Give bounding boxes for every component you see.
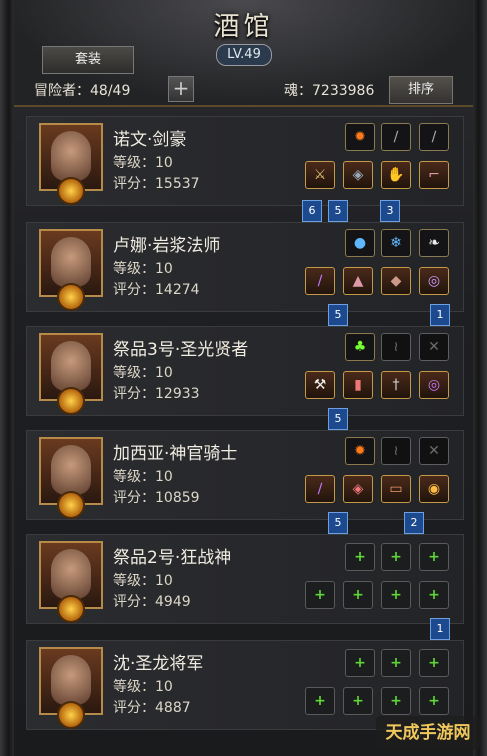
hero-level: 等级：10 bbox=[113, 679, 173, 695]
hero-score: 评分：10859 bbox=[113, 490, 200, 506]
hero-card[interactable]: 加西亚·神官骑士 等级：10 评分：10859 ✹ ≀ ✕ ∕ ◈ ▭ ◉ bbox=[26, 430, 464, 520]
add-equip-icon[interactable]: + bbox=[305, 687, 335, 715]
dagger-equip-icon[interactable]: † bbox=[381, 371, 411, 399]
hero-name: 诺文·剑豪 bbox=[113, 130, 187, 150]
hero-level: 等级：10 bbox=[113, 573, 173, 589]
empty-rune-slot[interactable]: ≀ bbox=[381, 333, 411, 361]
upgrade-badge: 5 bbox=[328, 200, 348, 222]
upgrade-badge: 6 bbox=[302, 200, 322, 222]
rank-emblem-icon bbox=[57, 177, 85, 205]
hero-level: 等级：10 bbox=[113, 469, 173, 485]
right-border bbox=[473, 0, 487, 756]
hero-score: 评分：14274 bbox=[113, 282, 200, 298]
spear-equip-icon[interactable]: ∕ bbox=[305, 475, 335, 503]
add-adventurer-button[interactable]: + bbox=[168, 76, 194, 102]
portrait-face bbox=[51, 549, 91, 599]
sword-equip-icon[interactable]: ⚔ bbox=[305, 161, 335, 189]
portrait-face bbox=[51, 237, 91, 287]
hero-level: 等级：10 bbox=[113, 155, 173, 171]
adventurer-count: 冒险者：48/49 bbox=[34, 83, 131, 99]
wing-rune-icon[interactable]: ❧ bbox=[419, 229, 449, 257]
ring-equip-icon[interactable]: ◎ bbox=[419, 267, 449, 295]
hero-name: 沈·圣龙将军 bbox=[113, 654, 204, 674]
shield-equip-icon[interactable]: ◉ bbox=[419, 475, 449, 503]
portrait-face bbox=[51, 655, 91, 705]
armor-equip-icon[interactable]: ◈ bbox=[343, 475, 373, 503]
hero-card[interactable]: 祭品3号·圣光贤者 等级：10 评分：12933 ♣ ≀ ✕ ⚒ ▮ † ◎ bbox=[26, 326, 464, 416]
rank-emblem-icon bbox=[57, 491, 85, 519]
left-border bbox=[0, 0, 14, 756]
hero-name: 祭品3号·圣光贤者 bbox=[113, 340, 249, 360]
soul-count: 魂：7233986 bbox=[284, 83, 375, 99]
ice-rune-icon[interactable]: ❄ bbox=[381, 229, 411, 257]
add-equip-icon[interactable]: + bbox=[419, 687, 449, 715]
upgrade-badge: 2 bbox=[404, 512, 424, 534]
hero-score: 评分：15537 bbox=[113, 176, 200, 192]
add-rune-icon[interactable]: + bbox=[419, 649, 449, 677]
feather-rune-icon[interactable]: ∕ bbox=[381, 123, 411, 151]
rank-emblem-icon bbox=[57, 595, 85, 623]
robe-equip-icon[interactable]: ▲ bbox=[343, 267, 373, 295]
staff-equip-icon[interactable]: ∕ bbox=[305, 267, 335, 295]
hero-level: 等级：10 bbox=[113, 365, 173, 381]
nature-rune-icon[interactable]: ♣ bbox=[345, 333, 375, 361]
add-equip-icon[interactable]: + bbox=[305, 581, 335, 609]
upgrade-badge: 1 bbox=[430, 618, 450, 640]
add-equip-icon[interactable]: + bbox=[419, 581, 449, 609]
upgrade-badge: 1 bbox=[430, 304, 450, 326]
armor-equip-icon[interactable]: ◈ bbox=[343, 161, 373, 189]
rank-emblem-icon bbox=[57, 283, 85, 311]
bracelet-equip-icon[interactable]: ◎ bbox=[419, 371, 449, 399]
boots-equip-icon[interactable]: ⌐ bbox=[419, 161, 449, 189]
portrait-face bbox=[51, 341, 91, 391]
hero-level: 等级：10 bbox=[113, 261, 173, 277]
hero-score: 评分：4887 bbox=[113, 700, 191, 716]
hero-card[interactable]: 祭品2号·狂战神 等级：10 评分：4949 + + + + + + + bbox=[26, 534, 464, 624]
add-rune-icon[interactable]: + bbox=[419, 543, 449, 571]
empty-rune-slot[interactable]: ✕ bbox=[419, 333, 449, 361]
add-equip-icon[interactable]: + bbox=[381, 581, 411, 609]
hero-name: 加西亚·神官骑士 bbox=[113, 444, 238, 464]
add-equip-icon[interactable]: + bbox=[343, 581, 373, 609]
add-rune-icon[interactable]: + bbox=[345, 543, 375, 571]
hero-name: 祭品2号·狂战神 bbox=[113, 548, 232, 568]
feather-rune-icon[interactable]: ∕ bbox=[419, 123, 449, 151]
portrait-face bbox=[51, 131, 91, 181]
empty-rune-slot[interactable]: ≀ bbox=[381, 437, 411, 465]
upgrade-badge: 5 bbox=[328, 304, 348, 326]
portrait-face bbox=[51, 445, 91, 495]
add-rune-icon[interactable]: + bbox=[381, 543, 411, 571]
hero-score: 评分：4949 bbox=[113, 594, 191, 610]
sort-button[interactable]: 排序 bbox=[389, 76, 453, 104]
upgrade-badge: 5 bbox=[328, 408, 348, 430]
fire-rune-icon[interactable]: ✹ bbox=[345, 123, 375, 151]
rank-emblem-icon bbox=[57, 387, 85, 415]
orb-rune-icon[interactable]: ● bbox=[345, 229, 375, 257]
hero-card[interactable]: 卢娜·岩浆法师 等级：10 评分：14274 ● ❄ ❧ ∕ ▲ ◆ ◎ bbox=[26, 222, 464, 312]
upgrade-badge: 5 bbox=[328, 512, 348, 534]
hero-score: 评分：12933 bbox=[113, 386, 200, 402]
add-rune-icon[interactable]: + bbox=[345, 649, 375, 677]
page-title: 酒馆 bbox=[213, 12, 274, 42]
hero-card[interactable]: 诺文·剑豪 等级：10 评分：15537 ✹ ∕ ∕ ⚔ ◈ ✋ ⌐ bbox=[26, 116, 464, 206]
add-equip-icon[interactable]: + bbox=[343, 687, 373, 715]
site-watermark: 天成手游网 bbox=[376, 716, 480, 750]
upgrade-badge: 3 bbox=[380, 200, 400, 222]
add-rune-icon[interactable]: + bbox=[381, 649, 411, 677]
rank-emblem-icon bbox=[57, 701, 85, 729]
add-equip-icon[interactable]: + bbox=[381, 687, 411, 715]
hero-name: 卢娜·岩浆法师 bbox=[113, 236, 221, 256]
bracer-equip-icon[interactable]: ◆ bbox=[381, 267, 411, 295]
empty-rune-slot[interactable]: ✕ bbox=[419, 437, 449, 465]
suit-button[interactable]: 套装 bbox=[42, 46, 134, 74]
belt-equip-icon[interactable]: ▭ bbox=[381, 475, 411, 503]
fire-rune-icon[interactable]: ✹ bbox=[345, 437, 375, 465]
vial-equip-icon[interactable]: ▮ bbox=[343, 371, 373, 399]
hammer-equip-icon[interactable]: ⚒ bbox=[305, 371, 335, 399]
tavern-level-badge: LV.49 bbox=[216, 44, 272, 66]
gloves-equip-icon[interactable]: ✋ bbox=[381, 161, 411, 189]
